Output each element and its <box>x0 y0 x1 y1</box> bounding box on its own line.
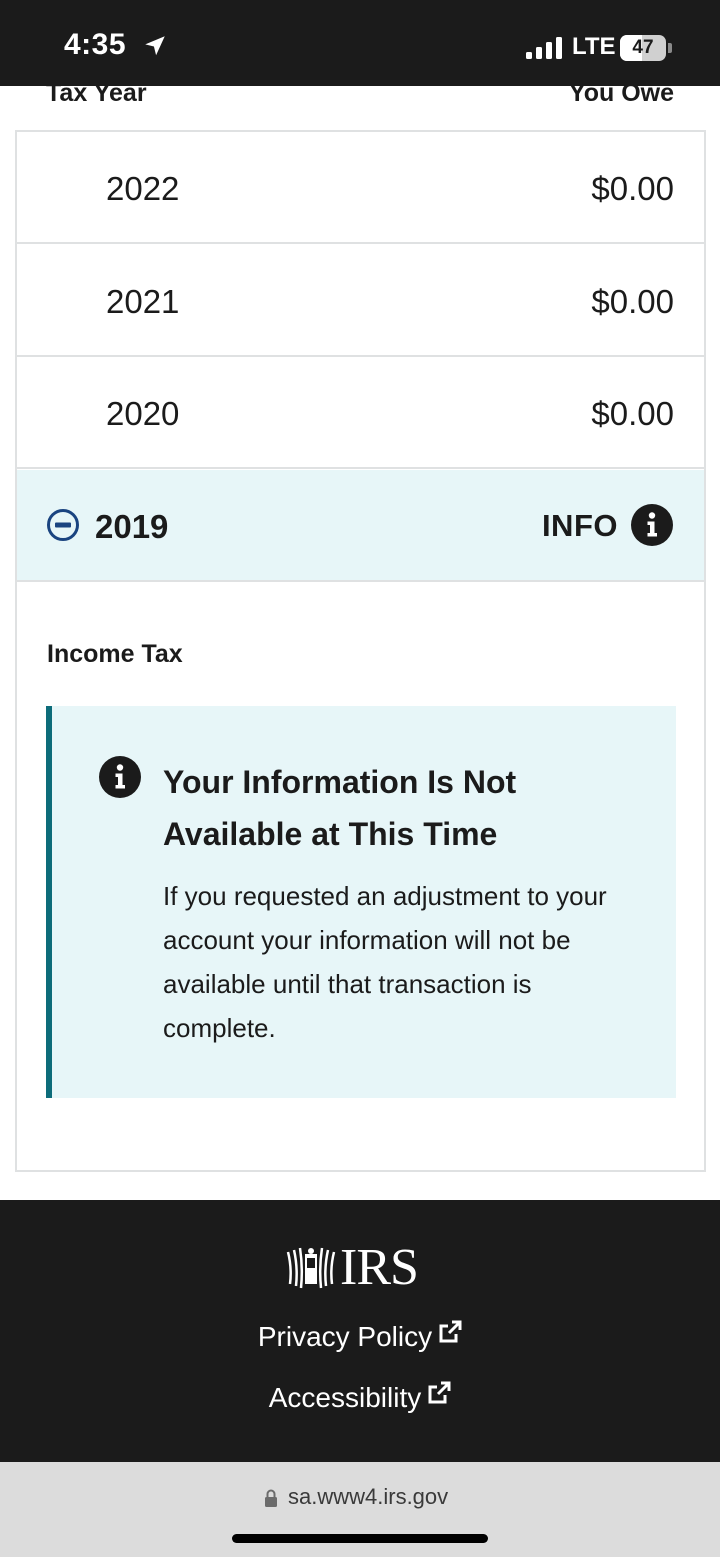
carrier-label: LTE <box>572 33 616 60</box>
status-bar: 4:35 LTE 47 <box>0 0 720 86</box>
tax-year-row-2021[interactable]: 2021 $0.00 <box>17 245 704 357</box>
alert-heading: Your Information Is Not Available at Thi… <box>163 764 517 852</box>
info-alert: Your Information Is Not Available at Thi… <box>46 706 676 1098</box>
location-arrow-icon <box>145 36 165 56</box>
home-indicator[interactable] <box>232 1534 488 1543</box>
info-icon <box>99 756 141 798</box>
browser-address-bar[interactable]: sa.www4.irs.gov <box>0 1462 720 1557</box>
status-time: 4:35 <box>64 28 127 61</box>
accessibility-link[interactable]: Accessibility <box>0 1381 720 1414</box>
collapse-minus-icon[interactable] <box>46 508 80 542</box>
tax-year: 2020 <box>106 395 180 432</box>
tax-year-table: 2022 $0.00 2021 $0.00 2020 $0.00 2019 IN… <box>15 130 706 1172</box>
amount-owed: $0.00 <box>591 395 674 432</box>
cellular-signal-icon <box>526 37 562 59</box>
lock-icon <box>265 1489 277 1507</box>
tax-year-row-2022[interactable]: 2022 $0.00 <box>17 132 704 244</box>
battery-cap <box>668 43 672 53</box>
tax-year: 2021 <box>106 283 180 320</box>
income-tax-label: Income Tax <box>47 640 183 668</box>
info-status-label: INFO <box>541 508 618 543</box>
external-link-icon <box>439 1320 462 1343</box>
amount-owed: $0.00 <box>591 283 674 320</box>
privacy-policy-label: Privacy Policy <box>257 1321 433 1352</box>
site-footer: IRS Privacy Policy Accessibility <box>0 1200 720 1462</box>
battery-icon: 47 <box>620 35 666 61</box>
irs-logo-text: IRS <box>340 1239 419 1296</box>
tax-year-row-2019-expanded[interactable]: 2019 INFO <box>17 470 704 582</box>
external-link-icon <box>428 1381 451 1404</box>
irs-logo[interactable]: IRS <box>284 1240 444 1296</box>
tax-year-row-2020[interactable]: 2020 $0.00 <box>17 357 704 469</box>
info-icon[interactable] <box>630 503 674 547</box>
battery-percent: 47 <box>632 37 654 58</box>
expanded-tax-year: 2019 <box>95 508 169 545</box>
alert-message: If you requested an adjustment to your a… <box>163 881 607 1043</box>
tax-year: 2022 <box>106 170 180 207</box>
privacy-policy-link[interactable]: Privacy Policy <box>0 1320 720 1353</box>
irs-eagle-emblem-icon <box>286 1247 336 1289</box>
amount-owed: $0.00 <box>591 170 674 207</box>
url-text[interactable]: sa.www4.irs.gov <box>288 1484 448 1510</box>
accessibility-label: Accessibility <box>268 1382 422 1413</box>
